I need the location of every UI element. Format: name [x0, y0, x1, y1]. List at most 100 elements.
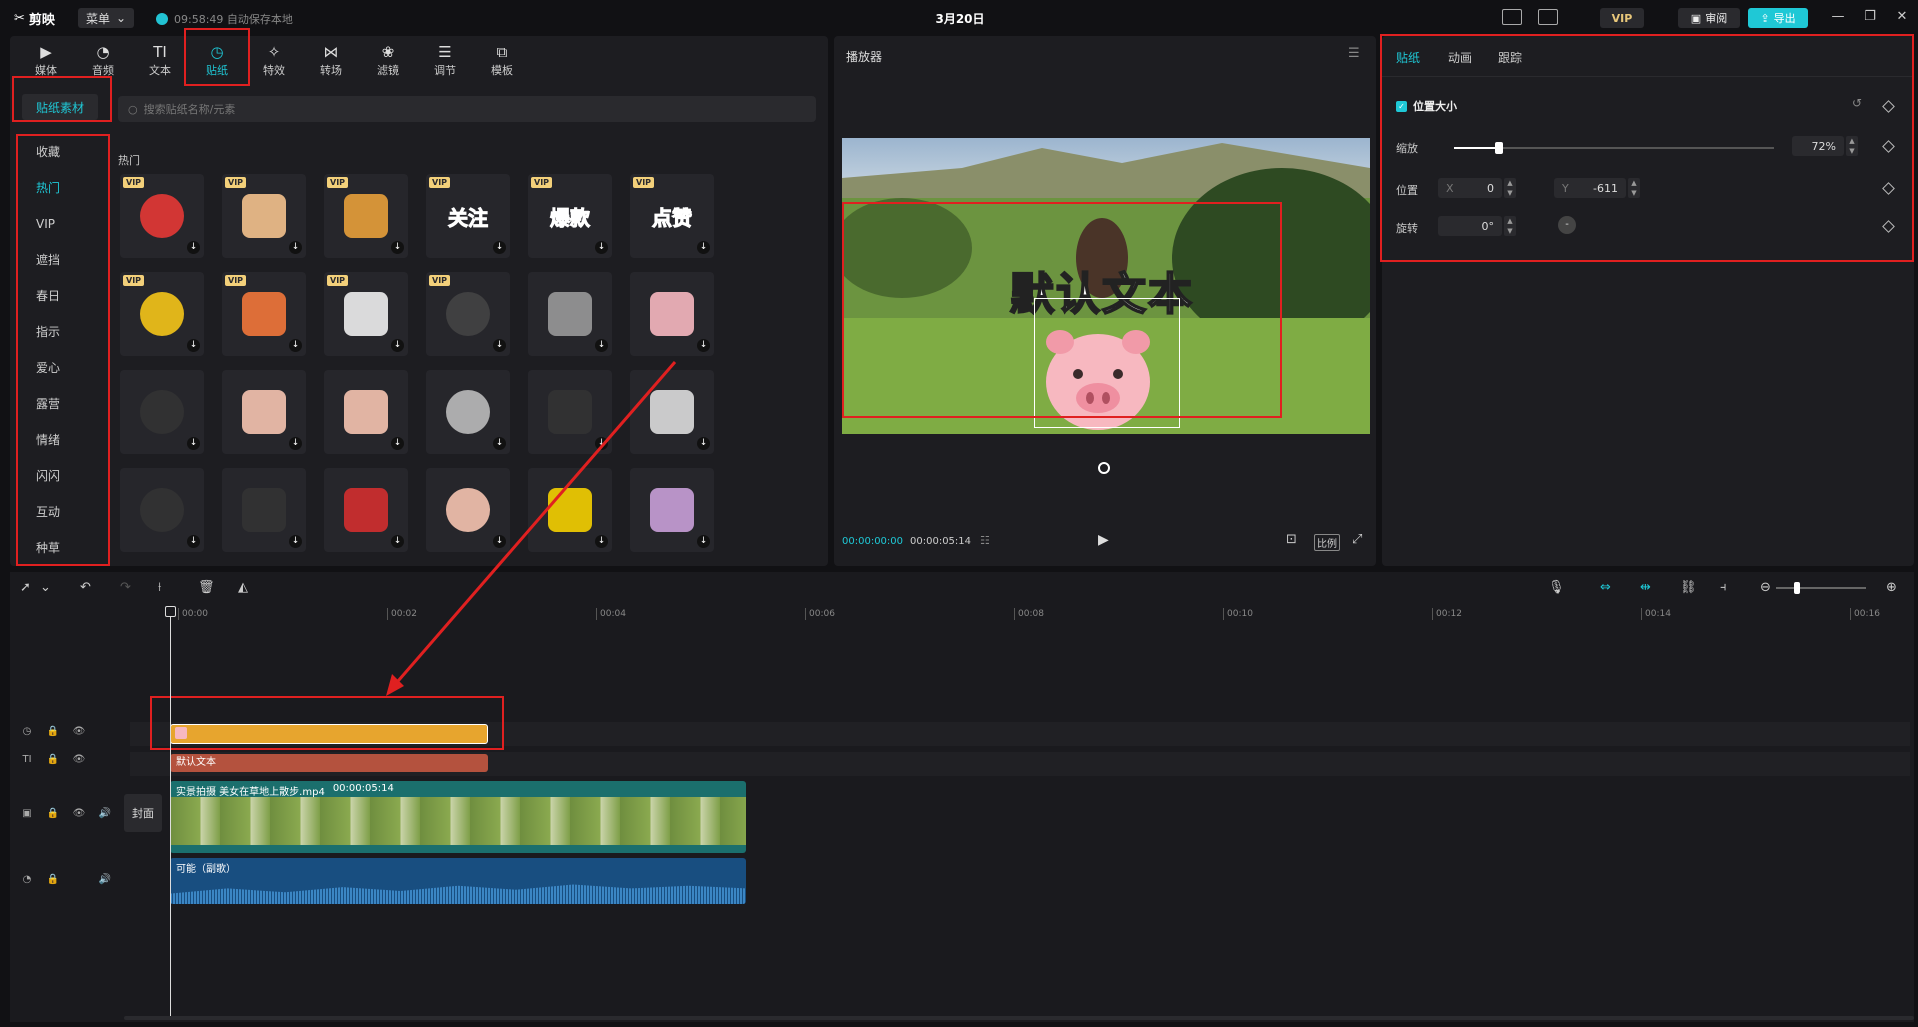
search-input[interactable]: ○ 搜索贴纸名称/元素 [118, 96, 816, 122]
download-icon[interactable]: ↓ [289, 339, 302, 352]
sticker-megaphone[interactable]: VIP ↓ [222, 272, 306, 356]
download-icon[interactable]: ↓ [187, 535, 200, 548]
split-icon[interactable]: ⟊ [158, 580, 161, 595]
download-icon[interactable]: ↓ [289, 437, 302, 450]
sticker-laughing-emoji[interactable]: VIP ↓ [120, 272, 204, 356]
download-icon[interactable]: ↓ [697, 535, 710, 548]
menu-button[interactable]: 菜单 ⌄ [78, 8, 134, 28]
sticker-stars-scatter[interactable]: ↓ [528, 370, 612, 454]
download-icon[interactable]: ↓ [493, 437, 506, 450]
download-icon[interactable]: ↓ [493, 339, 506, 352]
select-tool-icon[interactable]: ➚ [20, 580, 31, 595]
zoom-slider-knob[interactable] [1794, 582, 1800, 594]
restore-icon[interactable]: ❐ [1861, 8, 1879, 26]
sticker-colorful-text[interactable]: VIP ↓ [324, 174, 408, 258]
lock-icon[interactable]: 🔒 [46, 808, 60, 819]
lock-icon[interactable]: 🔒 [46, 874, 60, 885]
sticker-yellow-star[interactable]: ↓ [528, 468, 612, 552]
tab-adjust[interactable]: ☰ 调节 [417, 40, 473, 82]
export-button[interactable]: ⇪ 导出 [1748, 8, 1808, 28]
tab-text[interactable]: TI 文本 [132, 40, 188, 82]
video-clip[interactable]: 实景拍摄 美女在草地上散步.mp4 00:00:05:14 [170, 781, 746, 853]
fit-icon[interactable]: ⊡ [1286, 532, 1297, 547]
split-track-icon[interactable]: ⫞ [1720, 580, 1727, 595]
timeline-list-icon[interactable]: ☷ [980, 534, 990, 547]
sticker-red-arrow-down[interactable]: VIP ↓ [120, 174, 204, 258]
rotate-handle-icon[interactable] [1098, 462, 1110, 474]
minimize-icon[interactable]: — [1829, 8, 1847, 26]
fullscreen-icon[interactable]: ⤢ [1352, 532, 1362, 547]
lock-icon[interactable]: 🔒 [46, 726, 60, 737]
download-icon[interactable]: ↓ [595, 437, 608, 450]
sticker-follow-text[interactable]: 关注 VIP ↓ [426, 174, 510, 258]
eye-icon[interactable]: 👁 [72, 808, 86, 819]
chevron-down-icon[interactable]: ⌄ [40, 580, 51, 595]
text-clip[interactable]: 默认文本 [170, 754, 488, 772]
link-icon[interactable]: ⛓ [1680, 580, 1697, 595]
download-icon[interactable]: ↓ [289, 241, 302, 254]
sticker-like-text[interactable]: 点赞 VIP ↓ [630, 174, 714, 258]
undo-icon[interactable]: ↶ [80, 580, 91, 595]
tab-filter[interactable]: ❀ 滤镜 [360, 40, 416, 82]
tab-effects[interactable]: ✧ 特效 [246, 40, 302, 82]
redo-icon[interactable]: ↷ [120, 580, 131, 595]
lock-icon[interactable]: 🔒 [46, 754, 60, 765]
keyboard-icon[interactable] [1502, 9, 1522, 25]
close-icon[interactable]: ✕ [1893, 8, 1911, 26]
playhead-handle[interactable] [165, 606, 176, 617]
eye-icon[interactable]: 👁 [72, 754, 86, 765]
mirror-icon[interactable]: ◭ [238, 580, 248, 595]
tab-transition[interactable]: ⋈ 转场 [303, 40, 359, 82]
download-icon[interactable]: ↓ [187, 241, 200, 254]
sticker-dots-field[interactable]: ↓ [222, 468, 306, 552]
sticker-question-marks[interactable]: VIP ↓ [426, 272, 510, 356]
download-icon[interactable]: ↓ [697, 241, 710, 254]
mic-icon[interactable]: 🎙 [1548, 580, 1565, 595]
zoom-slider[interactable] [1776, 587, 1866, 589]
download-icon[interactable]: ↓ [493, 535, 506, 548]
sticker-mosaic-square[interactable]: ↓ [426, 370, 510, 454]
sticker-thumbs-hand[interactable]: ↓ [222, 370, 306, 454]
main-track-link-icon[interactable]: ⇔ [1600, 580, 1611, 595]
sticker-mosaic-circle[interactable]: ↓ [528, 272, 612, 356]
download-icon[interactable]: ↓ [187, 437, 200, 450]
sticker-hot-sale-text[interactable]: 爆款 VIP ↓ [528, 174, 612, 258]
delete-icon[interactable]: 🗑 [198, 580, 215, 595]
sticker-cloud-puff[interactable]: VIP ↓ [324, 272, 408, 356]
download-icon[interactable]: ↓ [187, 339, 200, 352]
vip-button[interactable]: VIP [1600, 8, 1644, 28]
volume-icon[interactable]: 🔊 [98, 874, 112, 885]
download-icon[interactable]: ↓ [493, 241, 506, 254]
tab-template[interactable]: ⧉ 模板 [474, 40, 530, 82]
zoom-out-icon[interactable]: ⊖ [1760, 580, 1771, 595]
download-icon[interactable]: ↓ [697, 437, 710, 450]
playhead[interactable] [170, 610, 171, 1018]
volume-icon[interactable]: 🔊 [98, 808, 112, 819]
audio-clip[interactable]: 可能（副歌） [170, 858, 746, 904]
download-icon[interactable]: ↓ [391, 241, 404, 254]
sticker-thumbs-up-hand[interactable]: ↓ [426, 468, 510, 552]
sticker-starfield[interactable]: ↓ [120, 468, 204, 552]
download-icon[interactable]: ↓ [697, 339, 710, 352]
eye-icon[interactable]: 👁 [72, 726, 86, 737]
sticker-pig-face[interactable]: ↓ [630, 272, 714, 356]
play-button[interactable]: ▶ [1098, 532, 1109, 548]
menu-icon[interactable]: ☰ [1348, 46, 1360, 61]
sticker-finger-heart[interactable]: ↓ [324, 370, 408, 454]
sticker-sparkle-dots[interactable]: ↓ [120, 370, 204, 454]
download-icon[interactable]: ↓ [595, 535, 608, 548]
sticker-pointing-hand[interactable]: VIP ↓ [222, 174, 306, 258]
time-ruler[interactable]: 00:00 00:02 00:04 00:06 00:08 00:10 00:12 00:14… [138, 608, 1910, 626]
download-icon[interactable]: ↓ [595, 241, 608, 254]
cover-button[interactable]: 封面 [124, 794, 162, 832]
sticker-sparkle-star[interactable]: ↓ [630, 370, 714, 454]
sticker-butterfly[interactable]: ↓ [630, 468, 714, 552]
download-icon[interactable]: ↓ [391, 339, 404, 352]
download-icon[interactable]: ↓ [595, 339, 608, 352]
download-icon[interactable]: ↓ [391, 437, 404, 450]
ratio-button[interactable]: 比例 [1314, 534, 1340, 551]
download-icon[interactable]: ↓ [289, 535, 302, 548]
auto-snap-icon[interactable]: ⇹ [1640, 580, 1651, 595]
sticker-warning-arrow[interactable]: ↓ [324, 468, 408, 552]
timeline-scrollbar[interactable] [124, 1016, 1914, 1020]
